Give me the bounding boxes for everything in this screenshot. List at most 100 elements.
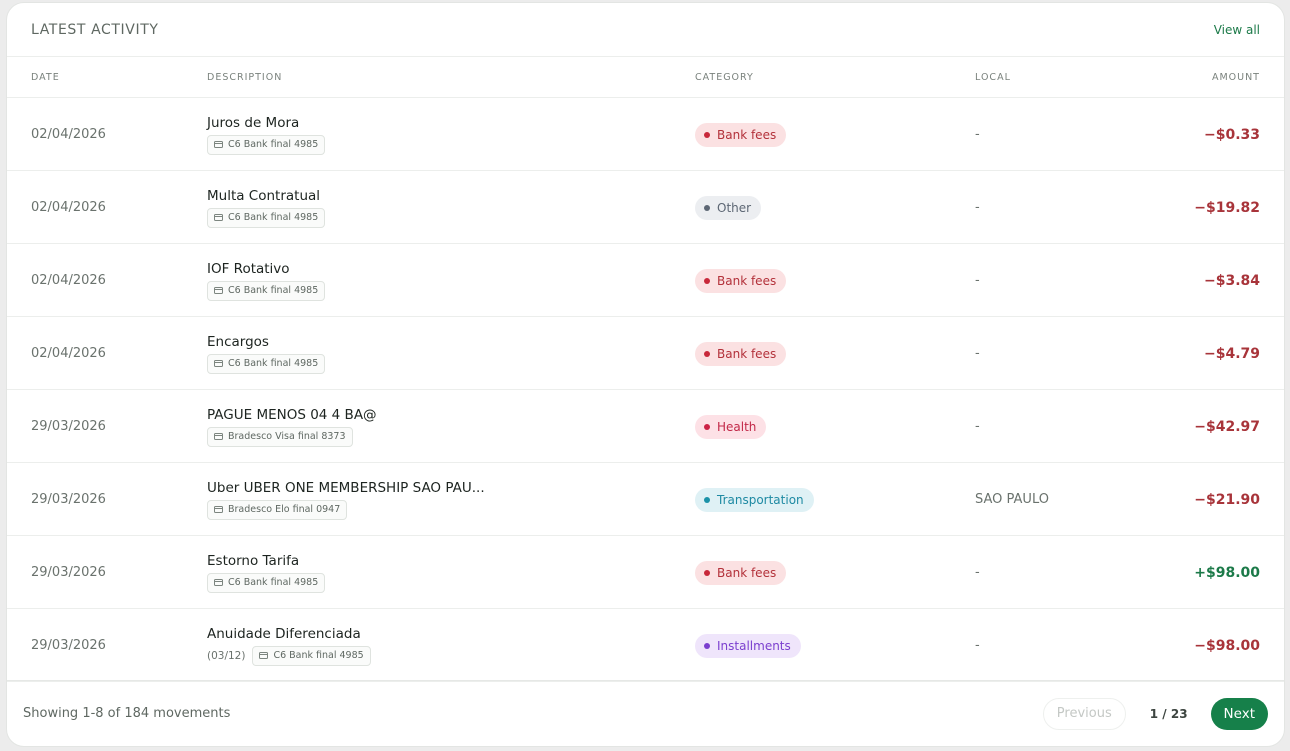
- row-description: Anuidade Diferenciada (03/12) C6 Bank fina…: [207, 609, 371, 682]
- pagination: Previous 1 / 23 Next: [1042, 697, 1268, 730]
- row-category: Bank fees: [695, 244, 787, 317]
- row-amount: −$98.00: [1194, 637, 1260, 654]
- row-description-title: Juros de Mora: [207, 114, 300, 131]
- column-header-amount: AMOUNT: [1211, 71, 1260, 83]
- row-description: PAGUE MENOS 04 4 BA@ Bradesco Visa final …: [207, 390, 377, 463]
- row-date: 29/03/2026: [31, 492, 106, 507]
- row-amount: −$19.82: [1194, 199, 1260, 216]
- category-dot-icon: [704, 131, 710, 138]
- row-category: Health: [695, 390, 767, 463]
- category-label: Bank fees: [717, 273, 777, 288]
- previous-button[interactable]: Previous: [1042, 697, 1126, 730]
- account-chip: Bradesco Elo final 0947: [207, 499, 348, 520]
- category-label: Bank fees: [717, 565, 777, 580]
- row-description-meta: Bradesco Visa final 8373: [207, 426, 353, 447]
- row-amount: +$98.00: [1194, 564, 1260, 581]
- category-dot-icon: [704, 277, 710, 284]
- table-header: DATE DESCRIPTION CATEGORY LOCAL AMOUNT: [7, 57, 1284, 98]
- row-description-title: Encargos: [207, 333, 269, 350]
- row-category: Installments: [695, 609, 801, 682]
- row-local: -: [975, 565, 980, 580]
- category-label: Bank fees: [717, 127, 777, 142]
- account-chip: C6 Bank final 4985: [207, 572, 326, 593]
- row-local: -: [975, 273, 980, 288]
- column-header-local: LOCAL: [975, 71, 1011, 83]
- row-local: -: [975, 346, 980, 361]
- credit-card-icon: [259, 652, 269, 659]
- row-description-title: Multa Contratual: [207, 187, 321, 204]
- row-amount: −$0.33: [1203, 126, 1260, 143]
- table-row[interactable]: 29/03/2026 Anuidade Diferenciada (03/12) C6…: [7, 609, 1284, 682]
- credit-card-icon: [214, 506, 223, 513]
- table-row[interactable]: 29/03/2026 Estorno Tarifa C6 Bank final 49…: [7, 536, 1284, 609]
- row-amount: −$4.79: [1203, 345, 1260, 362]
- row-local: -: [975, 200, 980, 215]
- category-label: Bank fees: [717, 346, 777, 361]
- row-amount: −$3.84: [1203, 272, 1260, 289]
- row-category: Other: [695, 171, 762, 244]
- account-chip: C6 Bank final 4985: [207, 353, 326, 374]
- row-description-title: Uber UBER ONE MEMBERSHIP SAO PAU...: [207, 479, 485, 496]
- table-footer: Showing 1-8 of 184 movements Previous 1 …: [7, 680, 1284, 746]
- row-date: 29/03/2026: [31, 419, 106, 434]
- category-badge: Bank fees: [695, 268, 787, 293]
- next-button[interactable]: Next: [1210, 697, 1268, 730]
- row-date: 02/04/2026: [31, 127, 106, 142]
- table-row[interactable]: 02/04/2026 Encargos C6 Bank final 4985 Bank…: [7, 317, 1284, 390]
- row-description-title: Estorno Tarifa: [207, 552, 300, 569]
- row-description-meta: (03/12) C6 Bank final 4985: [207, 645, 371, 666]
- row-date: 02/04/2026: [31, 273, 106, 288]
- account-chip: C6 Bank final 4985: [252, 645, 371, 666]
- row-date: 29/03/2026: [31, 638, 106, 653]
- account-chip: C6 Bank final 4985: [207, 134, 326, 155]
- row-description-meta: C6 Bank final 4985: [207, 207, 326, 228]
- row-description: Multa Contratual C6 Bank final 4985: [207, 171, 326, 244]
- category-label: Other: [717, 200, 752, 215]
- account-label: C6 Bank final 4985: [273, 650, 364, 661]
- installment-label: (03/12): [207, 649, 246, 662]
- category-badge: Bank fees: [695, 341, 787, 366]
- row-description: Uber UBER ONE MEMBERSHIP SAO PAU... Brade…: [207, 463, 485, 536]
- row-description: Encargos C6 Bank final 4985: [207, 317, 326, 390]
- table-row[interactable]: 02/04/2026 Juros de Mora C6 Bank final 498…: [7, 98, 1284, 171]
- category-dot-icon: [704, 350, 710, 357]
- category-label: Health: [717, 419, 757, 434]
- column-header-category: CATEGORY: [695, 71, 754, 83]
- category-badge: Health: [695, 414, 767, 439]
- row-description-title: IOF Rotativo: [207, 260, 290, 277]
- row-local: -: [975, 638, 980, 653]
- category-dot-icon: [704, 423, 710, 430]
- card-title: LATEST ACTIVITY: [31, 21, 159, 38]
- table-row[interactable]: 29/03/2026 PAGUE MENOS 04 4 BA@ Bradesco V…: [7, 390, 1284, 463]
- table-row[interactable]: 02/04/2026 IOF Rotativo C6 Bank final 4985…: [7, 244, 1284, 317]
- row-description-title: Anuidade Diferenciada: [207, 625, 361, 642]
- table-row[interactable]: 29/03/2026 Uber UBER ONE MEMBERSHIP SAO P…: [7, 463, 1284, 536]
- row-description: Juros de Mora C6 Bank final 4985: [207, 98, 326, 171]
- category-dot-icon: [704, 204, 710, 211]
- account-chip: Bradesco Visa final 8373: [207, 426, 353, 447]
- credit-card-icon: [214, 433, 223, 440]
- category-badge: Bank fees: [695, 560, 787, 585]
- row-category: Transportation: [695, 463, 814, 536]
- row-description: Estorno Tarifa C6 Bank final 4985: [207, 536, 326, 609]
- row-local: -: [975, 419, 980, 434]
- account-chip: C6 Bank final 4985: [207, 280, 326, 301]
- category-dot-icon: [704, 496, 710, 503]
- account-label: Bradesco Elo final 0947: [228, 504, 341, 515]
- table-row[interactable]: 02/04/2026 Multa Contratual C6 Bank final …: [7, 171, 1284, 244]
- row-description-meta: C6 Bank final 4985: [207, 134, 326, 155]
- row-local: SAO PAULO: [975, 492, 1049, 507]
- credit-card-icon: [214, 141, 223, 148]
- row-category: Bank fees: [695, 98, 787, 171]
- account-label: Bradesco Visa final 8373: [228, 431, 346, 442]
- table-body: 02/04/2026 Juros de Mora C6 Bank final 498…: [7, 98, 1284, 682]
- category-label: Installments: [717, 638, 791, 653]
- account-label: C6 Bank final 4985: [228, 285, 319, 296]
- view-all-link[interactable]: View all: [1214, 23, 1260, 37]
- row-amount: −$42.97: [1194, 418, 1260, 435]
- row-category: Bank fees: [695, 536, 787, 609]
- category-badge: Bank fees: [695, 122, 787, 147]
- category-dot-icon: [704, 569, 710, 576]
- row-description-meta: C6 Bank final 4985: [207, 572, 326, 593]
- row-date: 29/03/2026: [31, 565, 106, 580]
